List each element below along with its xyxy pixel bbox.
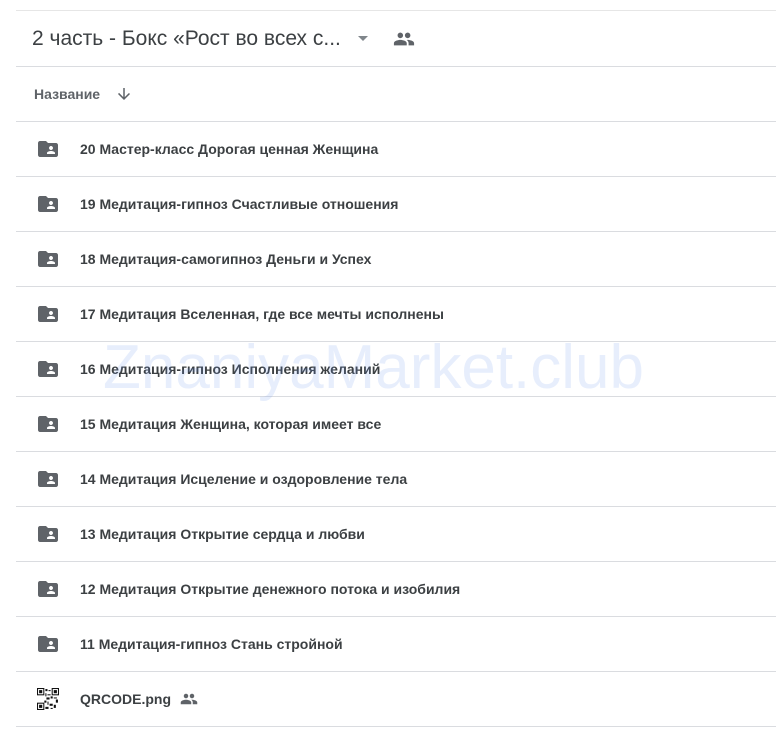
dropdown-arrow-icon — [357, 36, 368, 41]
shared-folder-icon-svg — [38, 526, 58, 542]
folder-title: 2 часть - Бокс «Рост во всех с... — [32, 26, 341, 50]
shared-folder-icon-svg — [38, 361, 58, 377]
shared-folder-icon-svg — [38, 581, 58, 597]
google-drive-folder-view: 2 часть - Бокс «Рост во всех с... Назван… — [0, 0, 776, 740]
file-row-11[interactable]: QRCODE.png — [16, 672, 776, 727]
shared-folder-icon-svg — [38, 196, 58, 212]
file-row-10[interactable]: 11 Медитация-гипноз Стань стройной — [16, 617, 776, 672]
shared-folder-icon — [36, 247, 60, 271]
file-name: 18 Медитация-самогипноз Деньги и Успех — [80, 251, 372, 267]
folder-title-dropdown[interactable]: 2 часть - Бокс «Рост во всех с... — [32, 27, 368, 51]
shared-folder-icon — [36, 137, 60, 161]
shared-folder-icon — [36, 302, 60, 326]
folder-header: 2 часть - Бокс «Рост во всех с... — [16, 11, 776, 67]
file-name: 13 Медитация Открытие сердца и любви — [80, 526, 365, 542]
shared-folder-icon — [36, 412, 60, 436]
file-row-8[interactable]: 13 Медитация Открытие сердца и любви — [16, 507, 776, 562]
file-row-3[interactable]: 18 Медитация-самогипноз Деньги и Успех — [16, 232, 776, 287]
name-column-header[interactable]: Название — [34, 86, 100, 102]
shared-folder-icon — [36, 577, 60, 601]
shared-people-icon — [179, 689, 199, 709]
shared-folder-icon-svg — [38, 141, 58, 157]
file-list: 20 Мастер-класс Дорогая ценная Женщина 1… — [16, 122, 776, 727]
shared-folder-icon-svg — [38, 306, 58, 322]
shared-folder-icon — [36, 632, 60, 656]
shared-folder-icon-svg — [38, 251, 58, 267]
file-name: 17 Медитация Вселенная, где все мечты ис… — [80, 306, 444, 322]
arrow-down-icon-svg — [118, 88, 131, 100]
qr-code-icon — [36, 687, 60, 711]
qr-code-icon-svg — [37, 688, 59, 710]
file-name: 16 Медитация-гипноз Исполнения желаний — [80, 361, 381, 377]
people-icon-svg — [393, 32, 414, 45]
file-name: 14 Медитация Исцеление и оздоровление те… — [80, 471, 408, 487]
shared-people-icon-svg — [180, 693, 198, 705]
file-name: 11 Медитация-гипноз Стань стройной — [80, 636, 343, 652]
file-row-4[interactable]: 17 Медитация Вселенная, где все мечты ис… — [16, 287, 776, 342]
file-row-6[interactable]: 15 Медитация Женщина, которая имеет все — [16, 397, 776, 452]
shared-folder-icon — [36, 192, 60, 216]
shared-folder-icon-svg — [38, 416, 58, 432]
shared-folder-icon — [36, 357, 60, 381]
column-header: Название — [16, 67, 776, 122]
file-name: QRCODE.png — [80, 691, 171, 707]
file-name: 12 Медитация Открытие денежного потока и… — [80, 581, 461, 597]
file-row-1[interactable]: 20 Мастер-класс Дорогая ценная Женщина — [16, 122, 776, 177]
shared-folder-icon — [36, 522, 60, 546]
shared-folder-icon — [36, 467, 60, 491]
arrow-down-icon[interactable] — [114, 84, 134, 104]
file-row-9[interactable]: 12 Медитация Открытие денежного потока и… — [16, 562, 776, 617]
file-row-5[interactable]: 16 Медитация-гипноз Исполнения желаний — [16, 342, 776, 397]
file-name: 15 Медитация Женщина, которая имеет все — [80, 416, 382, 432]
people-icon[interactable] — [392, 27, 416, 51]
file-row-7[interactable]: 14 Медитация Исцеление и оздоровление те… — [16, 452, 776, 507]
file-row-2[interactable]: 19 Медитация-гипноз Счастливые отношения — [16, 177, 776, 232]
shared-folder-icon-svg — [38, 471, 58, 487]
file-name: 19 Медитация-гипноз Счастливые отношения — [80, 196, 399, 212]
file-name: 20 Мастер-класс Дорогая ценная Женщина — [80, 141, 379, 157]
shared-folder-icon-svg — [38, 636, 58, 652]
